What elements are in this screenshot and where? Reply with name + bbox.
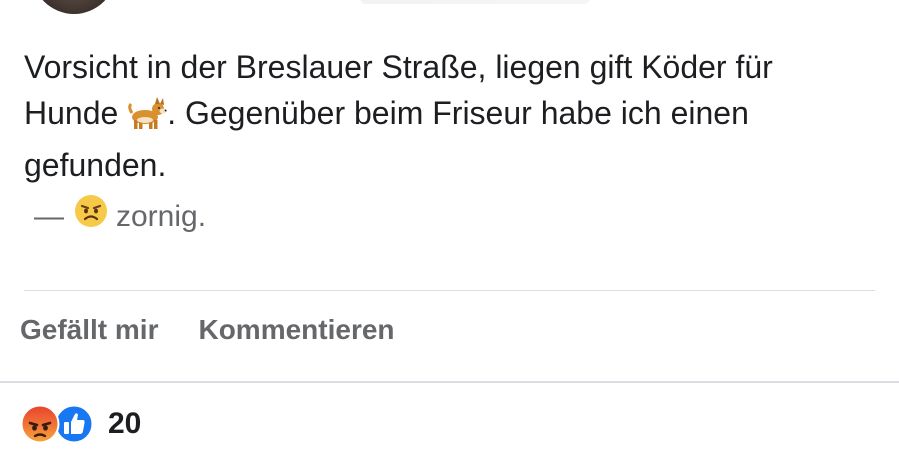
post-text-line3: gefunden. <box>24 147 167 183</box>
reaction-count: 20 <box>108 407 142 440</box>
feeling-activity[interactable]: — zornig. <box>34 194 206 239</box>
avatar[interactable] <box>32 0 116 14</box>
like-reaction-icon <box>54 404 94 444</box>
dog-emoji-icon <box>127 96 167 142</box>
divider <box>24 290 875 291</box>
post-text-line2b: . Gegenüber beim Friseur habe ich einen <box>167 95 749 131</box>
angry-reaction-icon <box>20 404 60 444</box>
like-button[interactable]: Gefällt mir <box>20 314 158 346</box>
divider-full <box>0 381 899 383</box>
reaction-summary[interactable]: 20 <box>20 404 141 444</box>
post-actions: Gefällt mir Kommentieren <box>20 314 395 346</box>
post-text-line2a: Hunde <box>24 95 128 131</box>
feeling-label: zornig. <box>116 199 207 233</box>
comment-button[interactable]: Kommentieren <box>198 314 394 346</box>
feeling-dash: — <box>34 199 64 233</box>
post-text: Vorsicht in der Breslauer Straße, liegen… <box>24 44 874 188</box>
post-header <box>360 0 590 4</box>
angry-face-emoji-icon <box>74 194 108 239</box>
post-text-line1: Vorsicht in der Breslauer Straße, liegen… <box>24 49 773 85</box>
